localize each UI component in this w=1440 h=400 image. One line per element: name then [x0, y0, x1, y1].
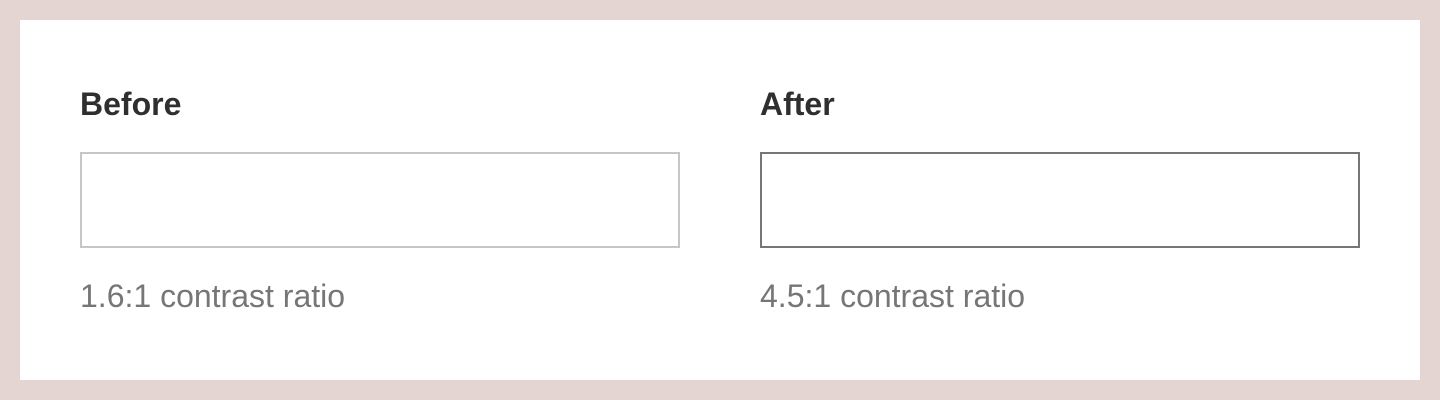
before-text-input[interactable]: [80, 152, 680, 248]
after-contrast-caption: 4.5:1 contrast ratio: [760, 278, 1026, 314]
before-heading: Before: [80, 86, 182, 122]
after-heading: After: [760, 86, 835, 122]
after-text-input[interactable]: [760, 152, 1360, 248]
comparison-card: Before 1.6:1 contrast ratio After 4.5:1 …: [20, 20, 1420, 380]
before-contrast-caption: 1.6:1 contrast ratio: [80, 278, 346, 314]
